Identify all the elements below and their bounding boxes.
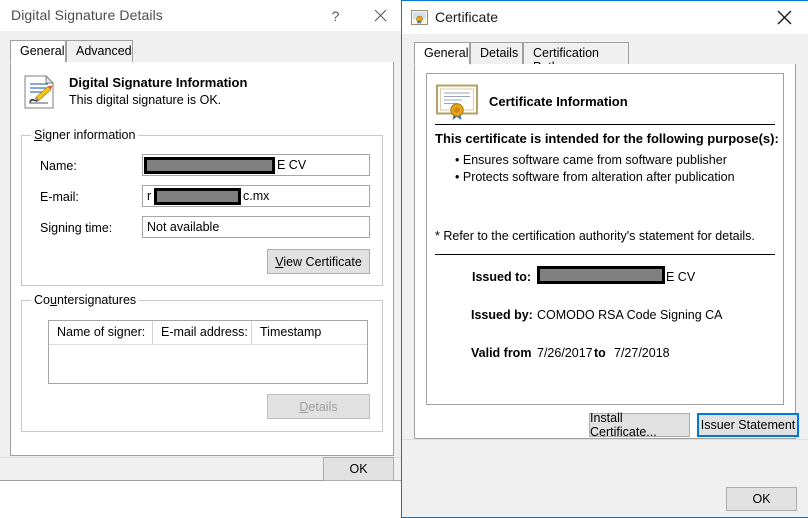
certificate-window-title: Certificate <box>435 9 498 25</box>
signature-document-icon <box>22 74 56 110</box>
certificate-general-panel: Certificate Information This certificate… <box>414 64 796 439</box>
countersignatures-label: Countersignatures <box>31 293 139 307</box>
certificate-window: Certificate General Details Certificatio… <box>401 0 808 518</box>
signing-time-label: Signing time: <box>40 221 112 235</box>
view-certificate-button[interactable]: View Certificate <box>267 249 370 274</box>
email-label: E-mail: <box>40 190 79 204</box>
close-icon <box>777 10 792 25</box>
digital-signature-details-window: Digital Signature Details ? General Adva… <box>0 0 404 481</box>
signing-time-field[interactable]: Not available <box>142 216 370 238</box>
certificate-close-button[interactable] <box>762 1 807 34</box>
email-field-suffix: c.mx <box>243 189 269 203</box>
countersignatures-group: Countersignatures Name of signer: E-mail… <box>21 300 383 432</box>
help-button[interactable]: ? <box>313 0 358 31</box>
issued-by-label: Issued by: <box>471 308 533 322</box>
certificate-titlebar: Certificate <box>402 1 808 34</box>
countersignatures-header-row: Name of signer: E-mail address: Timestam… <box>49 321 367 345</box>
signing-time-value: Not available <box>147 220 219 234</box>
refer-note: * Refer to the certification authority's… <box>435 229 755 243</box>
install-certificate-button[interactable]: Install Certificate... <box>589 413 690 437</box>
tab-certification-path[interactable]: Certification Path <box>523 42 629 65</box>
signer-information-group: Signer information Name: E CV E-mail: r … <box>21 135 383 286</box>
signature-tabstrip: General Advanced <box>10 40 394 63</box>
column-header-email-address[interactable]: E-mail address: <box>153 321 252 344</box>
signature-ok-button[interactable]: OK <box>323 457 394 481</box>
countersignature-details-button[interactable]: Details <box>267 394 370 419</box>
name-field[interactable]: E CV <box>142 154 370 176</box>
tab-certificate-details[interactable]: Details <box>470 42 523 65</box>
name-field-suffix: E CV <box>277 158 306 172</box>
signer-information-label: Signer information <box>31 128 138 142</box>
name-redaction-bar <box>144 157 275 174</box>
issuer-statement-button[interactable]: Issuer Statement <box>697 413 799 437</box>
tab-general[interactable]: General <box>10 40 66 63</box>
tab-advanced[interactable]: Advanced <box>66 40 133 63</box>
tab-certificate-general[interactable]: General <box>414 42 470 65</box>
install-certificate-label: Install Certificate... <box>590 411 689 439</box>
close-button[interactable] <box>358 0 403 31</box>
screen: Digital Signature Details ? General Adva… <box>0 0 808 518</box>
column-header-timestamp[interactable]: Timestamp <box>252 321 367 344</box>
issuer-statement-label: Issuer Statement <box>701 418 796 432</box>
valid-from-label: Valid from <box>471 346 531 360</box>
email-redaction-bar <box>154 188 241 205</box>
certificate-ok-label: OK <box>752 492 770 506</box>
details-label: Details <box>299 400 337 414</box>
question-mark-icon: ? <box>332 8 340 24</box>
tab-certificate-details-label: Details <box>480 46 518 60</box>
purpose-heading: This certificate is intended for the fol… <box>435 131 779 146</box>
issued-to-label: Issued to: <box>472 270 531 284</box>
view-certificate-label: View Certificate <box>275 255 362 269</box>
email-field[interactable]: r c.mx <box>142 185 370 207</box>
information-divider <box>435 124 775 125</box>
countersignatures-list[interactable]: Name of signer: E-mail address: Timestam… <box>48 320 368 384</box>
purpose-item: Protects software from alteration after … <box>455 169 735 186</box>
certificate-seal-icon <box>436 84 478 120</box>
email-field-prefix: r <box>147 189 151 203</box>
tab-general-label: General <box>20 44 64 58</box>
certificate-tabstrip: General Details Certification Path <box>414 42 794 65</box>
valid-to-value: 7/27/2018 <box>614 346 670 360</box>
signature-dialog-title: Digital Signature Details <box>11 7 163 23</box>
column-header-name-of-signer[interactable]: Name of signer: <box>49 321 153 344</box>
issued-to-suffix: E CV <box>666 270 695 284</box>
purpose-item: Ensures software came from software publ… <box>455 152 735 169</box>
signature-general-panel: Digital Signature Information This digit… <box>10 62 394 456</box>
certificate-information-title: Certificate Information <box>489 94 628 109</box>
name-label: Name: <box>40 159 77 173</box>
certificate-information-box: Certificate Information This certificate… <box>426 73 784 405</box>
valid-to-label: to <box>594 346 606 360</box>
tab-certificate-general-label: General <box>424 46 468 60</box>
signature-status-text: This digital signature is OK. <box>69 93 221 107</box>
signature-info-title: Digital Signature Information <box>69 75 247 90</box>
details-divider <box>435 254 775 255</box>
tab-advanced-label: Advanced <box>76 44 132 58</box>
close-icon <box>374 9 387 22</box>
issued-to-redaction-bar <box>537 266 665 284</box>
certificate-icon <box>411 10 428 25</box>
purpose-list: Ensures software came from software publ… <box>455 152 735 186</box>
signature-ok-label: OK <box>349 462 367 476</box>
issued-by-value: COMODO RSA Code Signing CA <box>537 308 723 322</box>
certificate-ok-button[interactable]: OK <box>726 487 797 511</box>
desktop-background <box>0 481 401 518</box>
certificate-footer-divider <box>402 439 808 440</box>
valid-from-value: 7/26/2017 <box>537 346 593 360</box>
signature-dialog-titlebar: Digital Signature Details ? <box>0 0 403 31</box>
